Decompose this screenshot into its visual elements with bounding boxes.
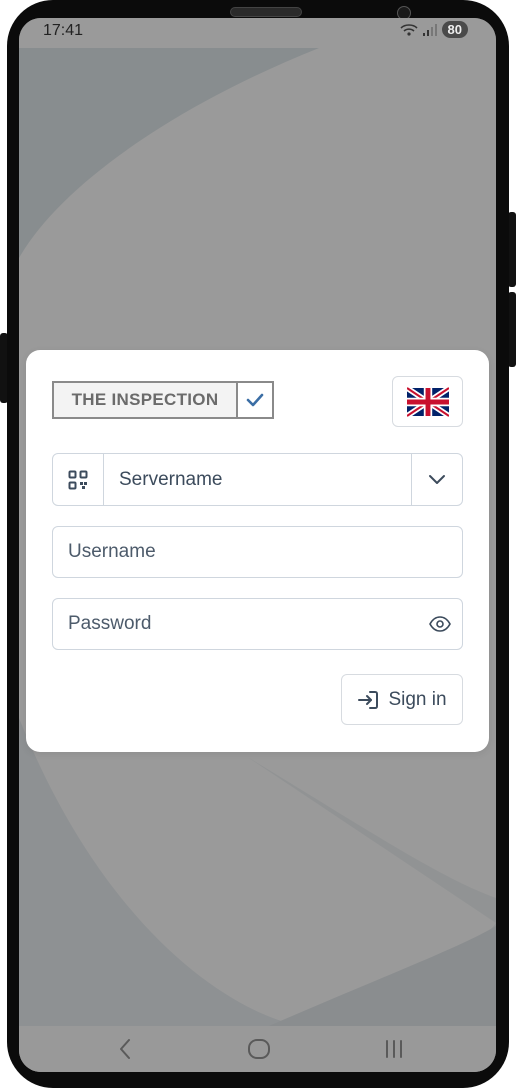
sign-in-label: Sign in bbox=[388, 688, 447, 710]
nav-recents-button[interactable] bbox=[379, 1026, 409, 1072]
battery-indicator: 80 bbox=[441, 21, 468, 38]
password-input[interactable] bbox=[53, 598, 418, 650]
eye-icon bbox=[429, 616, 451, 632]
status-bar: 17:41 80 bbox=[19, 18, 496, 46]
system-nav-bar bbox=[19, 1026, 496, 1072]
server-selector[interactable]: Servername bbox=[52, 453, 463, 506]
nav-back-button[interactable] bbox=[111, 1026, 139, 1072]
uk-flag-icon bbox=[406, 386, 449, 417]
logo-text: THE INSPECTION bbox=[54, 383, 238, 417]
username-field[interactable] bbox=[52, 526, 463, 578]
sign-in-icon bbox=[358, 690, 379, 709]
phone-power-button bbox=[508, 292, 516, 367]
app-screen: 17:41 80 THE INSPECTION Servername Usern… bbox=[19, 18, 496, 1072]
password-visibility-toggle[interactable] bbox=[418, 599, 462, 649]
status-icons: 80 bbox=[399, 21, 468, 38]
wifi-icon bbox=[399, 23, 418, 36]
recents-icon bbox=[386, 1040, 402, 1058]
password-field[interactable] bbox=[52, 598, 463, 650]
phone-volume-button bbox=[508, 212, 516, 287]
status-time: 17:41 bbox=[43, 22, 84, 39]
sign-in-button[interactable]: Sign in bbox=[341, 674, 463, 725]
signal-icon bbox=[422, 23, 437, 36]
phone-speaker bbox=[230, 7, 302, 17]
qr-scan-button[interactable] bbox=[53, 454, 104, 505]
home-icon bbox=[248, 1039, 270, 1059]
back-icon bbox=[120, 1039, 130, 1059]
server-dropdown-button[interactable] bbox=[411, 454, 462, 505]
app-logo: THE INSPECTION bbox=[52, 381, 274, 419]
server-name-label: Servername bbox=[119, 468, 223, 490]
logo-check-icon bbox=[238, 383, 272, 417]
language-selector-button[interactable] bbox=[392, 376, 463, 427]
username-input[interactable] bbox=[53, 526, 462, 578]
qr-code-icon bbox=[68, 470, 88, 489]
nav-home-button[interactable] bbox=[244, 1026, 274, 1072]
login-card: THE INSPECTION Servername Username Sign … bbox=[26, 350, 489, 752]
chevron-down-icon bbox=[429, 474, 445, 484]
